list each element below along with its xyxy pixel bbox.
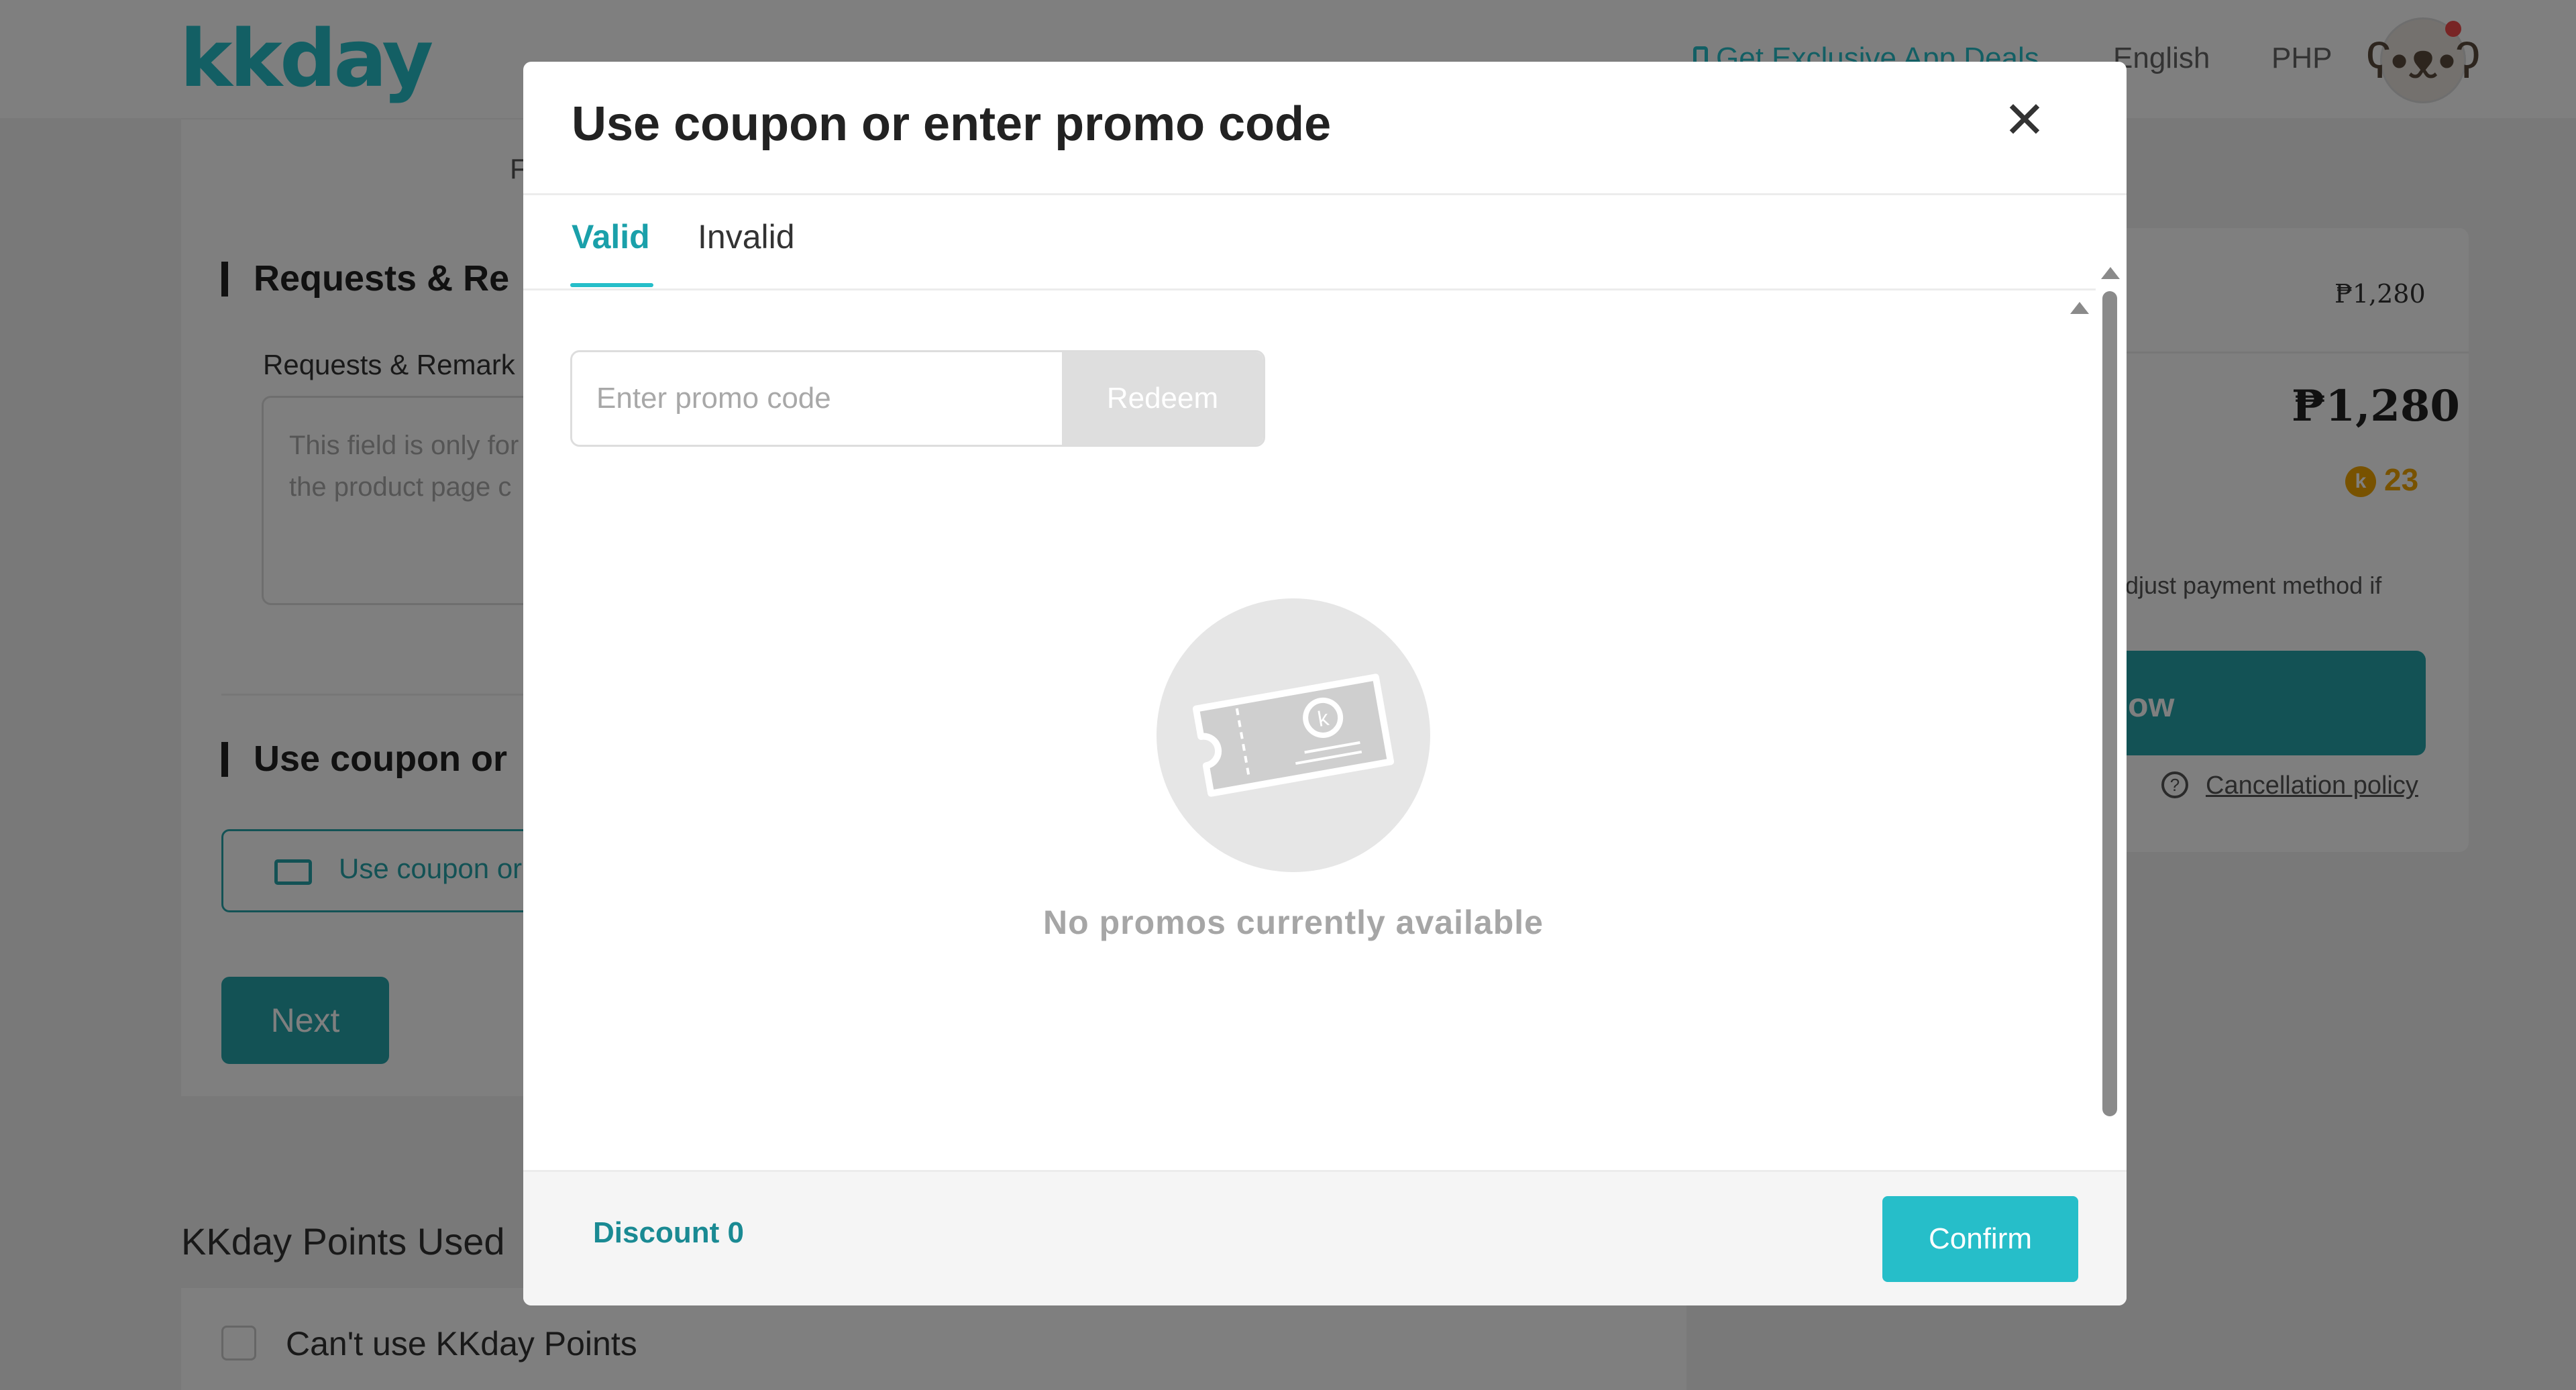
modal-title: Use coupon or enter promo code [572, 97, 1332, 151]
modal-footer: Discount 0 Confirm [523, 1170, 2127, 1305]
promo-code-form: Redeem [570, 350, 1265, 447]
tab-valid[interactable]: Valid [572, 217, 650, 256]
tabs-divider [523, 288, 2096, 290]
confirm-button[interactable]: Confirm [1882, 1196, 2078, 1282]
scrollbar-thumb[interactable] [2102, 291, 2117, 1116]
empty-state-message: No promos currently available [1043, 904, 1544, 941]
promo-code-modal: Use coupon or enter promo code ✕ Valid I… [523, 62, 2127, 1305]
promo-code-input[interactable] [572, 352, 1062, 445]
discount-summary: Discount 0 [593, 1216, 744, 1249]
empty-state-illustration: k [1157, 598, 1430, 872]
inner-scroll-up-icon[interactable] [2070, 302, 2089, 314]
close-icon[interactable]: ✕ [1998, 94, 2051, 148]
tab-invalid[interactable]: Invalid [698, 217, 795, 256]
redeem-button[interactable]: Redeem [1062, 352, 1263, 445]
scroll-up-icon[interactable] [2101, 267, 2120, 279]
active-tab-indicator [570, 283, 653, 287]
coupon-ticket-icon: k [1192, 674, 1395, 797]
modal-header-divider [523, 193, 2127, 195]
